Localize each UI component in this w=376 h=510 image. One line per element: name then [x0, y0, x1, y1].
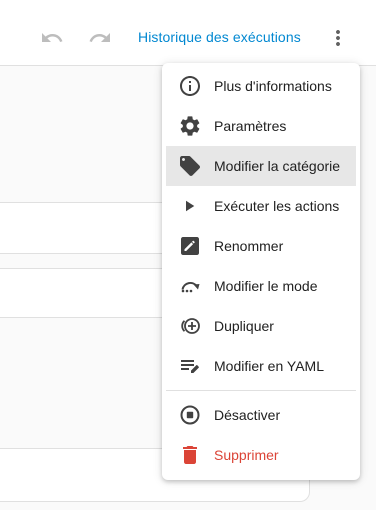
- duplicate-icon: [178, 314, 202, 338]
- menu-item-disable[interactable]: Désactiver: [162, 395, 360, 435]
- menu-item-delete[interactable]: Supprimer: [162, 435, 360, 475]
- menu-item-label: Supprimer: [214, 447, 279, 463]
- menu-item-more-info[interactable]: Plus d'informations: [162, 66, 360, 106]
- menu-item-label: Désactiver: [214, 407, 281, 423]
- menu-item-edit-yaml[interactable]: Modifier en YAML: [162, 346, 360, 386]
- mode-icon: [178, 274, 202, 298]
- menu-item-settings[interactable]: Paramètres: [162, 106, 360, 146]
- undo-icon[interactable]: [40, 26, 64, 50]
- rename-icon: [178, 234, 202, 258]
- menu-item-rename[interactable]: Renommer: [162, 226, 360, 266]
- menu-item-label: Modifier le mode: [214, 278, 318, 294]
- menu-item-label: Dupliquer: [214, 318, 274, 334]
- tag-icon: [178, 154, 202, 178]
- redo-icon[interactable]: [88, 26, 112, 50]
- yaml-edit-icon: [178, 354, 202, 378]
- info-icon: [178, 74, 202, 98]
- menu-item-change-category[interactable]: Modifier la catégorie: [166, 146, 356, 186]
- gear-icon: [178, 114, 202, 138]
- more-vertical-icon[interactable]: [326, 26, 350, 50]
- menu-item-label: Modifier en YAML: [214, 358, 324, 374]
- menu-item-duplicate[interactable]: Dupliquer: [162, 306, 360, 346]
- stop-icon: [178, 403, 202, 427]
- menu-item-run-actions[interactable]: Exécuter les actions: [162, 186, 360, 226]
- menu-item-label: Renommer: [214, 238, 284, 254]
- delete-icon: [178, 443, 202, 467]
- menu-item-label: Exécuter les actions: [214, 198, 340, 214]
- top-app-bar: Historique des exécutions: [0, 0, 376, 66]
- menu-item-label: Paramètres: [214, 118, 287, 134]
- menu-item-label: Plus d'informations: [214, 78, 332, 94]
- menu-item-change-mode[interactable]: Modifier le mode: [162, 266, 360, 306]
- execution-history-link[interactable]: Historique des exécutions: [138, 29, 301, 45]
- menu-item-label: Modifier la catégorie: [214, 158, 341, 174]
- play-icon: [178, 194, 202, 218]
- overflow-menu: Plus d'informations Paramètres Modifier …: [162, 63, 360, 480]
- menu-divider: [166, 390, 356, 391]
